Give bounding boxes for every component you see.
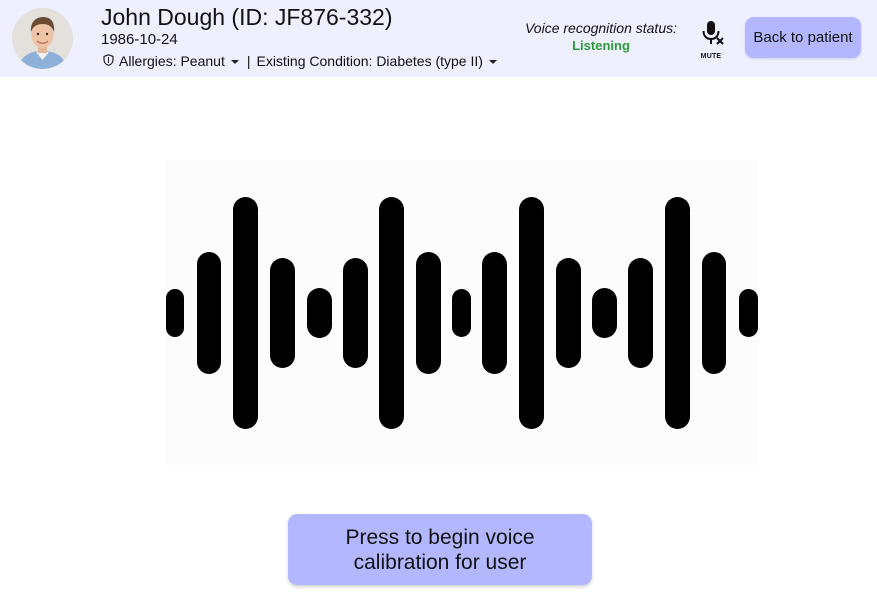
voice-status-value: Listening [572,38,630,53]
patient-name: John Dough (ID: JF876-332) [101,4,393,30]
shield-icon [103,53,114,70]
begin-voice-calibration-button[interactable]: Press to begin voice calibration for use… [288,514,592,585]
mute-label: MUTE [700,53,722,60]
sound-wave-panel [166,160,758,466]
voice-status-label: Voice recognition status: [524,20,677,36]
voice-recognition-status: Voice recognition status: Listening [500,20,702,54]
sound-wave-icon [166,197,758,429]
patient-header: John Dough (ID: JF876-332) 1986-10-24 Al… [0,0,877,77]
condition-dropdown[interactable]: Existing Condition: Diabetes (type II) [256,53,497,70]
avatar [12,8,73,69]
patient-info-row: Allergies: Peanut | Existing Condition: … [103,53,497,70]
condition-label: Existing Condition: Diabetes (type II) [256,53,483,69]
mute-button[interactable]: MUTE [693,18,729,60]
allergies-dropdown[interactable]: Allergies: Peanut [119,53,239,70]
allergies-label: Allergies: Peanut [119,53,225,69]
microphone-muted-icon [696,21,726,52]
patient-dob: 1986-10-24 [101,31,178,48]
separator: | [246,53,251,69]
chevron-down-icon [488,60,497,64]
back-to-patient-button[interactable]: Back to patient [745,17,861,58]
chevron-down-icon [230,60,239,64]
